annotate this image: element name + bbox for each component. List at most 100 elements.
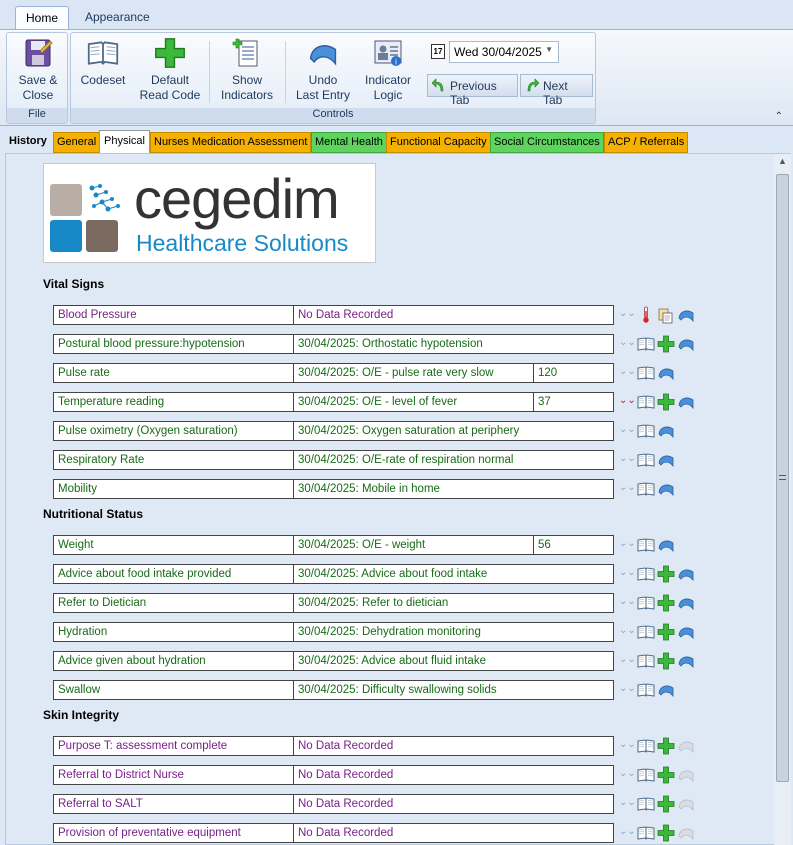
plus-icon[interactable]: [657, 393, 675, 411]
undo-icon[interactable]: [657, 536, 675, 554]
tab-functional-capacity[interactable]: Functional Capacity: [386, 132, 491, 153]
chevron-down-icon[interactable]: ⌄⌄: [619, 453, 636, 464]
book-icon[interactable]: [637, 737, 655, 755]
vertical-scrollbar[interactable]: ▲: [774, 154, 791, 845]
row-value[interactable]: 30/04/2025: Mobile in home: [293, 479, 614, 499]
undo-last-entry-button[interactable]: Undo Last Entry: [289, 37, 357, 103]
chevron-down-icon[interactable]: ⌄⌄: [619, 826, 636, 837]
plus-icon[interactable]: [657, 824, 675, 842]
row-numeric-value[interactable]: 120: [533, 363, 614, 383]
book-icon[interactable]: [637, 824, 655, 842]
save-close-button[interactable]: Save & Close: [11, 37, 65, 103]
thermometer-icon[interactable]: [637, 306, 655, 324]
book-icon[interactable]: [637, 565, 655, 583]
chevron-down-icon[interactable]: ⌄⌄: [619, 395, 636, 406]
plus-icon[interactable]: [657, 623, 675, 641]
chevron-down-icon[interactable]: ⌄⌄: [619, 797, 636, 808]
chevron-down-icon[interactable]: ⌄⌄: [619, 596, 636, 607]
book-icon[interactable]: [637, 393, 655, 411]
chevron-down-icon[interactable]: ⌄⌄: [619, 482, 636, 493]
undo-icon[interactable]: [677, 565, 695, 583]
row-value[interactable]: 30/04/2025: Orthostatic hypotension: [293, 334, 614, 354]
default-read-code-button[interactable]: Default Read Code: [135, 37, 205, 103]
tab-social-circumstances[interactable]: Social Circumstances: [490, 132, 604, 153]
undo-icon[interactable]: [657, 681, 675, 699]
book-icon[interactable]: [637, 451, 655, 469]
row-value[interactable]: 30/04/2025: Dehydration monitoring: [293, 622, 614, 642]
chevron-down-icon[interactable]: ⌄⌄: [619, 424, 636, 435]
row-value[interactable]: No Data Recorded: [293, 765, 614, 785]
row-numeric-value[interactable]: 56: [533, 535, 614, 555]
undo-icon[interactable]: [657, 451, 675, 469]
collapse-ribbon-icon[interactable]: ⌃: [775, 111, 783, 122]
scroll-up-icon[interactable]: ▲: [774, 156, 791, 171]
book-icon[interactable]: [637, 364, 655, 382]
chevron-down-icon[interactable]: ⌄⌄: [619, 567, 636, 578]
book-icon[interactable]: [637, 795, 655, 813]
undo-icon[interactable]: [677, 652, 695, 670]
undo-icon[interactable]: [657, 422, 675, 440]
book-icon[interactable]: [637, 480, 655, 498]
plus-icon[interactable]: [657, 335, 675, 353]
calendar-icon[interactable]: 17: [431, 44, 445, 59]
ribbon-tab-appearance[interactable]: Appearance: [75, 6, 160, 30]
row-value[interactable]: No Data Recorded: [293, 736, 614, 756]
plus-icon[interactable]: [657, 737, 675, 755]
row-value[interactable]: No Data Recorded: [293, 823, 614, 843]
codeset-button[interactable]: Codeset: [75, 37, 131, 88]
chevron-down-icon[interactable]: ⌄⌄: [619, 768, 636, 779]
chevron-down-icon[interactable]: ⌄⌄: [619, 683, 636, 694]
previous-tab-button[interactable]: Previous Tab: [427, 74, 518, 107]
row-value[interactable]: 30/04/2025: O/E-rate of respiration norm…: [293, 450, 614, 470]
undo-icon[interactable]: [677, 623, 695, 641]
tab-physical[interactable]: Physical: [99, 130, 150, 153]
book-icon[interactable]: [637, 681, 655, 699]
chevron-down-icon[interactable]: ⌄⌄: [619, 625, 636, 636]
chevron-down-icon[interactable]: ⌄⌄: [619, 366, 636, 377]
next-tab-button[interactable]: Next Tab: [520, 74, 593, 107]
undo-icon[interactable]: [677, 393, 695, 411]
undo-icon[interactable]: [657, 480, 675, 498]
chevron-down-icon[interactable]: ⌄⌄: [619, 739, 636, 750]
undo-icon[interactable]: [677, 335, 695, 353]
book-icon[interactable]: [637, 422, 655, 440]
row-value[interactable]: 30/04/2025: Difficulty swallowing solids: [293, 680, 614, 700]
chevron-down-icon[interactable]: ⌄⌄: [619, 308, 636, 319]
book-icon[interactable]: [637, 335, 655, 353]
row-value[interactable]: No Data Recorded: [293, 794, 614, 814]
book-icon[interactable]: [637, 594, 655, 612]
book-icon[interactable]: [637, 623, 655, 641]
chevron-down-icon[interactable]: ⌄⌄: [619, 538, 636, 549]
chevron-down-icon[interactable]: ⌄⌄: [619, 337, 636, 348]
plus-icon[interactable]: [657, 652, 675, 670]
show-indicators-button[interactable]: Show Indicators: [213, 37, 281, 103]
ribbon-tab-home[interactable]: Home: [15, 6, 70, 30]
book-icon[interactable]: [637, 536, 655, 554]
book-icon[interactable]: [637, 766, 655, 784]
plus-icon[interactable]: [657, 795, 675, 813]
row-value[interactable]: 30/04/2025: Refer to dietician: [293, 593, 614, 613]
tab-nurses-medication-assessment[interactable]: Nurses Medication Assessment: [150, 132, 312, 153]
row-value[interactable]: 30/04/2025: O/E - level of fever: [293, 392, 534, 412]
row-value[interactable]: No Data Recorded: [293, 305, 614, 325]
plus-icon[interactable]: [657, 766, 675, 784]
indicator-logic-button[interactable]: i Indicator Logic: [359, 37, 417, 103]
row-value[interactable]: 30/04/2025: Oxygen saturation at periphe…: [293, 421, 614, 441]
row-value[interactable]: 30/04/2025: Advice about fluid intake: [293, 651, 614, 671]
undo-icon[interactable]: [677, 306, 695, 324]
tab-history[interactable]: History: [6, 132, 50, 153]
row-value[interactable]: 30/04/2025: O/E - pulse rate very slow: [293, 363, 534, 383]
chevron-down-icon[interactable]: ⌄⌄: [619, 654, 636, 665]
tab-acp-referrals[interactable]: ACP / Referrals: [604, 132, 689, 153]
row-value[interactable]: 30/04/2025: Advice about food intake: [293, 564, 614, 584]
plus-icon[interactable]: [657, 565, 675, 583]
row-value[interactable]: 30/04/2025: O/E - weight: [293, 535, 534, 555]
clipboard-icon[interactable]: [657, 306, 675, 324]
tab-mental-health[interactable]: Mental Health: [311, 132, 387, 153]
undo-icon[interactable]: [677, 594, 695, 612]
plus-icon[interactable]: [657, 594, 675, 612]
row-numeric-value[interactable]: 37: [533, 392, 614, 412]
book-icon[interactable]: [637, 652, 655, 670]
date-picker[interactable]: Wed 30/04/2025 ▼: [449, 41, 559, 63]
scrollbar-thumb[interactable]: [776, 174, 789, 782]
